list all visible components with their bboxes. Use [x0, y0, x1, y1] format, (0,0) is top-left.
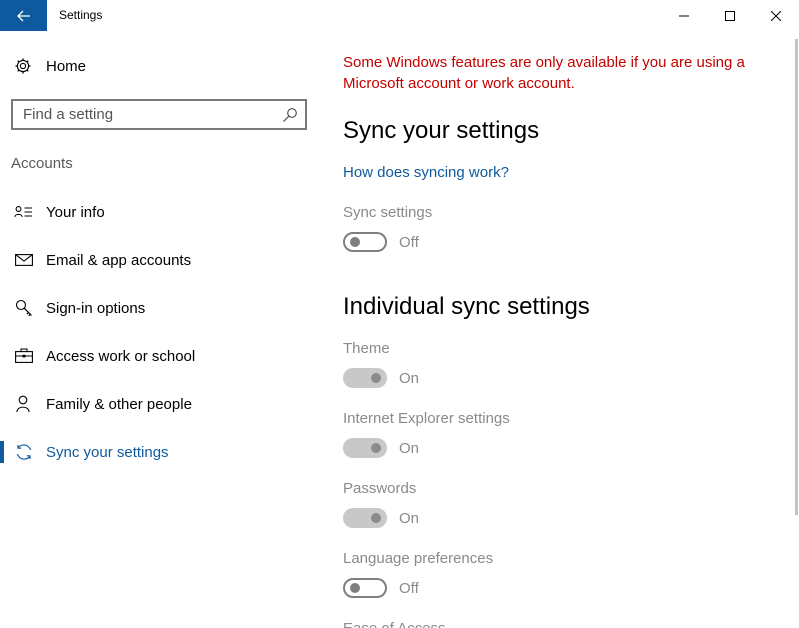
language-preferences-toggle-row: Off [343, 578, 419, 598]
nav-item-label: Email & app accounts [46, 251, 192, 269]
maximize-icon [725, 10, 735, 21]
close-icon [771, 10, 781, 21]
title-bar: Settings [0, 0, 799, 31]
ease-of-access-label: Ease of Access [343, 620, 446, 628]
nav-item-label: Access work or school [46, 347, 196, 365]
internet-explorer-toggle[interactable] [343, 438, 387, 458]
theme-toggle-row: On [343, 368, 419, 388]
toggle-knob [371, 373, 381, 383]
active-indicator [0, 441, 4, 463]
navigation-pane: Home Accounts Your info Emai [0, 31, 320, 628]
account-warning-message: Some Windows features are only available… [343, 54, 745, 92]
internet-explorer-toggle-row: On [343, 438, 419, 458]
theme-label: Theme [343, 340, 390, 357]
toggle-state-text: Off [399, 579, 419, 597]
search-icon[interactable] [282, 107, 298, 123]
home-label: Home [46, 57, 87, 75]
nav-item-sync-your-settings[interactable]: Sync your settings [0, 432, 320, 472]
home-link[interactable]: Home [14, 57, 86, 75]
nav-item-access-work-school[interactable]: Access work or school [0, 336, 320, 376]
back-button[interactable] [0, 0, 47, 31]
nav-item-label: Your info [46, 203, 105, 221]
page-title: Sync your settings [343, 117, 540, 144]
nav-item-family-other-people[interactable]: Family & other people [0, 384, 320, 424]
sync-settings-toggle[interactable] [343, 232, 387, 252]
person-icon [14, 394, 34, 414]
window-title: Settings [59, 8, 103, 22]
close-button[interactable] [753, 0, 799, 31]
toggle-state-text: On [399, 509, 420, 527]
language-preferences-toggle[interactable] [343, 578, 387, 598]
nav-item-sign-in-options[interactable]: Sign-in options [0, 288, 320, 328]
nav-item-email-app-accounts[interactable]: Email & app accounts [0, 240, 320, 280]
content-scrollbar[interactable] [794, 31, 799, 628]
section-heading-accounts: Accounts [11, 155, 73, 172]
how-syncing-works-link[interactable]: How does syncing work? [343, 164, 509, 181]
nav-item-label: Sign-in options [46, 299, 146, 317]
gear-icon [14, 57, 32, 75]
briefcase-icon [14, 346, 34, 366]
back-arrow-icon [16, 10, 30, 21]
sync-icon [14, 442, 34, 462]
language-preferences-label: Language preferences [343, 550, 494, 567]
nav-item-your-info[interactable]: Your info [0, 192, 320, 232]
internet-explorer-settings-label: Internet Explorer settings [343, 410, 510, 427]
passwords-toggle[interactable] [343, 508, 387, 528]
sync-settings-toggle-row: Off [343, 232, 419, 252]
nav-item-label: Family & other people [46, 395, 192, 413]
maximize-button[interactable] [707, 0, 753, 31]
search-box[interactable] [11, 99, 307, 130]
passwords-toggle-row: On [343, 508, 419, 528]
nav-item-label: Sync your settings [46, 443, 169, 461]
person-card-icon [14, 202, 34, 222]
key-icon [14, 298, 34, 318]
minimize-button[interactable] [661, 0, 707, 31]
toggle-knob [350, 583, 360, 593]
toggle-knob [371, 443, 381, 453]
mail-icon [14, 250, 34, 270]
content-pane: Some Windows features are only available… [343, 31, 783, 628]
minimize-icon [679, 15, 689, 16]
toggle-knob [371, 513, 381, 523]
theme-toggle[interactable] [343, 368, 387, 388]
search-input[interactable] [13, 101, 273, 128]
passwords-label: Passwords [343, 480, 417, 497]
sync-settings-label: Sync settings [343, 204, 433, 221]
individual-sync-settings-heading: Individual sync settings [343, 293, 590, 320]
toggle-state-text: Off [399, 233, 419, 251]
toggle-knob [350, 237, 360, 247]
toggle-state-text: On [399, 439, 420, 457]
toggle-state-text: On [399, 369, 420, 387]
scrollbar-thumb[interactable] [795, 39, 798, 515]
